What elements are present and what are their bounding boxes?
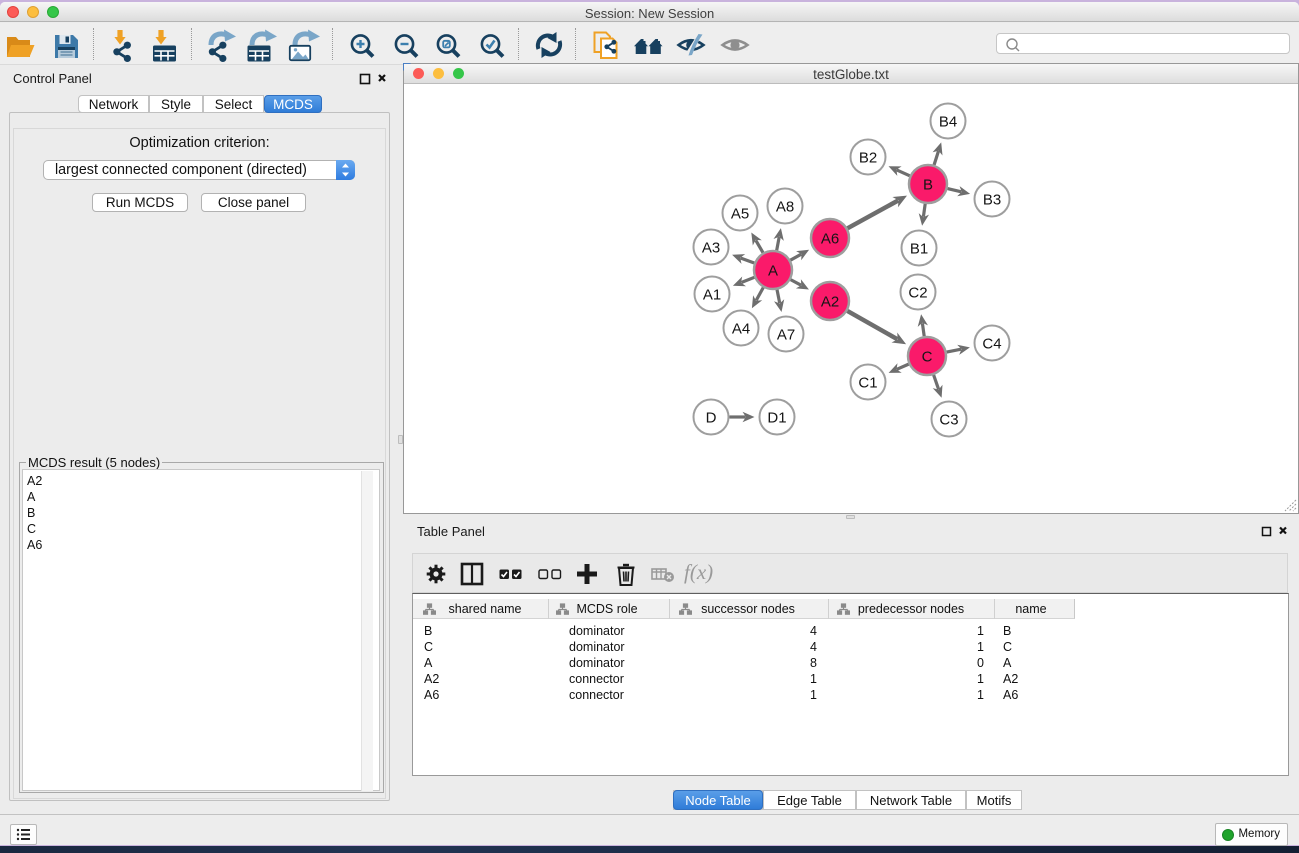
svg-text:B1: B1 (910, 241, 928, 258)
svg-text:B3: B3 (983, 192, 1001, 209)
svg-text:A6: A6 (821, 231, 839, 248)
svg-text:A1: A1 (703, 287, 721, 304)
svg-text:A: A (768, 263, 778, 280)
svg-text:C2: C2 (908, 285, 927, 302)
svg-text:A7: A7 (777, 327, 795, 344)
svg-text:D1: D1 (767, 410, 786, 427)
svg-text:D: D (706, 410, 717, 427)
svg-text:A8: A8 (776, 199, 794, 216)
svg-text:C1: C1 (858, 375, 877, 392)
svg-text:A5: A5 (731, 206, 749, 223)
svg-text:B2: B2 (859, 150, 877, 167)
svg-text:C: C (922, 349, 933, 366)
svg-text:C4: C4 (982, 336, 1001, 353)
svg-text:C3: C3 (939, 412, 958, 429)
svg-text:A3: A3 (702, 240, 720, 257)
svg-text:A2: A2 (821, 294, 839, 311)
svg-text:B4: B4 (939, 114, 957, 131)
svg-text:B: B (923, 177, 933, 194)
svg-text:A4: A4 (732, 321, 750, 338)
